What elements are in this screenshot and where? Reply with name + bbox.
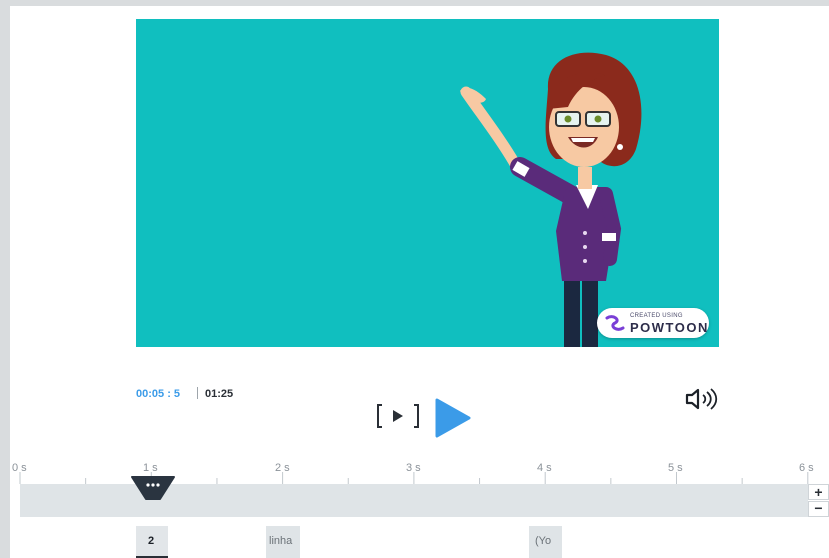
preview-scene-button[interactable]	[376, 401, 420, 436]
tick-label: 4 s	[537, 462, 552, 474]
tick-label: 0 s	[12, 462, 27, 474]
tick-label: 5 s	[668, 462, 683, 474]
current-time: 00:05 : 5	[136, 388, 181, 400]
tick-label: 6 s	[799, 462, 814, 474]
playhead-handle[interactable]	[130, 475, 176, 512]
video-preview[interactable]: CREATED USING POWTOON	[136, 19, 719, 347]
volume-icon	[685, 388, 718, 410]
tick-label: 2 s	[275, 462, 290, 474]
timeline-marker[interactable]: (Yo	[529, 526, 562, 558]
powtoon-logo-icon	[605, 315, 625, 331]
playhead-icon	[131, 476, 175, 500]
marker-label: (Yo	[535, 535, 552, 547]
tick-label: 3 s	[406, 462, 421, 474]
watermark-caption: CREATED USING	[630, 313, 683, 319]
tick-label: 1 s	[143, 462, 158, 474]
play-button[interactable]	[433, 397, 473, 444]
watermark-brand: POWTOON	[630, 320, 709, 335]
zoom-out-button[interactable]: −	[808, 501, 829, 517]
preview-scene-icon	[377, 404, 419, 428]
marker-label: linha	[269, 535, 293, 547]
time-divider	[197, 387, 198, 399]
volume-button[interactable]	[685, 388, 721, 415]
powtoon-watermark: CREATED USING POWTOON	[597, 308, 709, 338]
zoom-in-button[interactable]: +	[808, 484, 829, 500]
character-illustration	[460, 52, 642, 347]
marker-label: 2	[148, 535, 155, 547]
play-icon	[435, 398, 471, 438]
timeline-marker-active[interactable]: 2	[136, 526, 168, 558]
timeline-marker[interactable]: linha	[266, 526, 300, 558]
total-duration: 01:25	[205, 388, 234, 400]
